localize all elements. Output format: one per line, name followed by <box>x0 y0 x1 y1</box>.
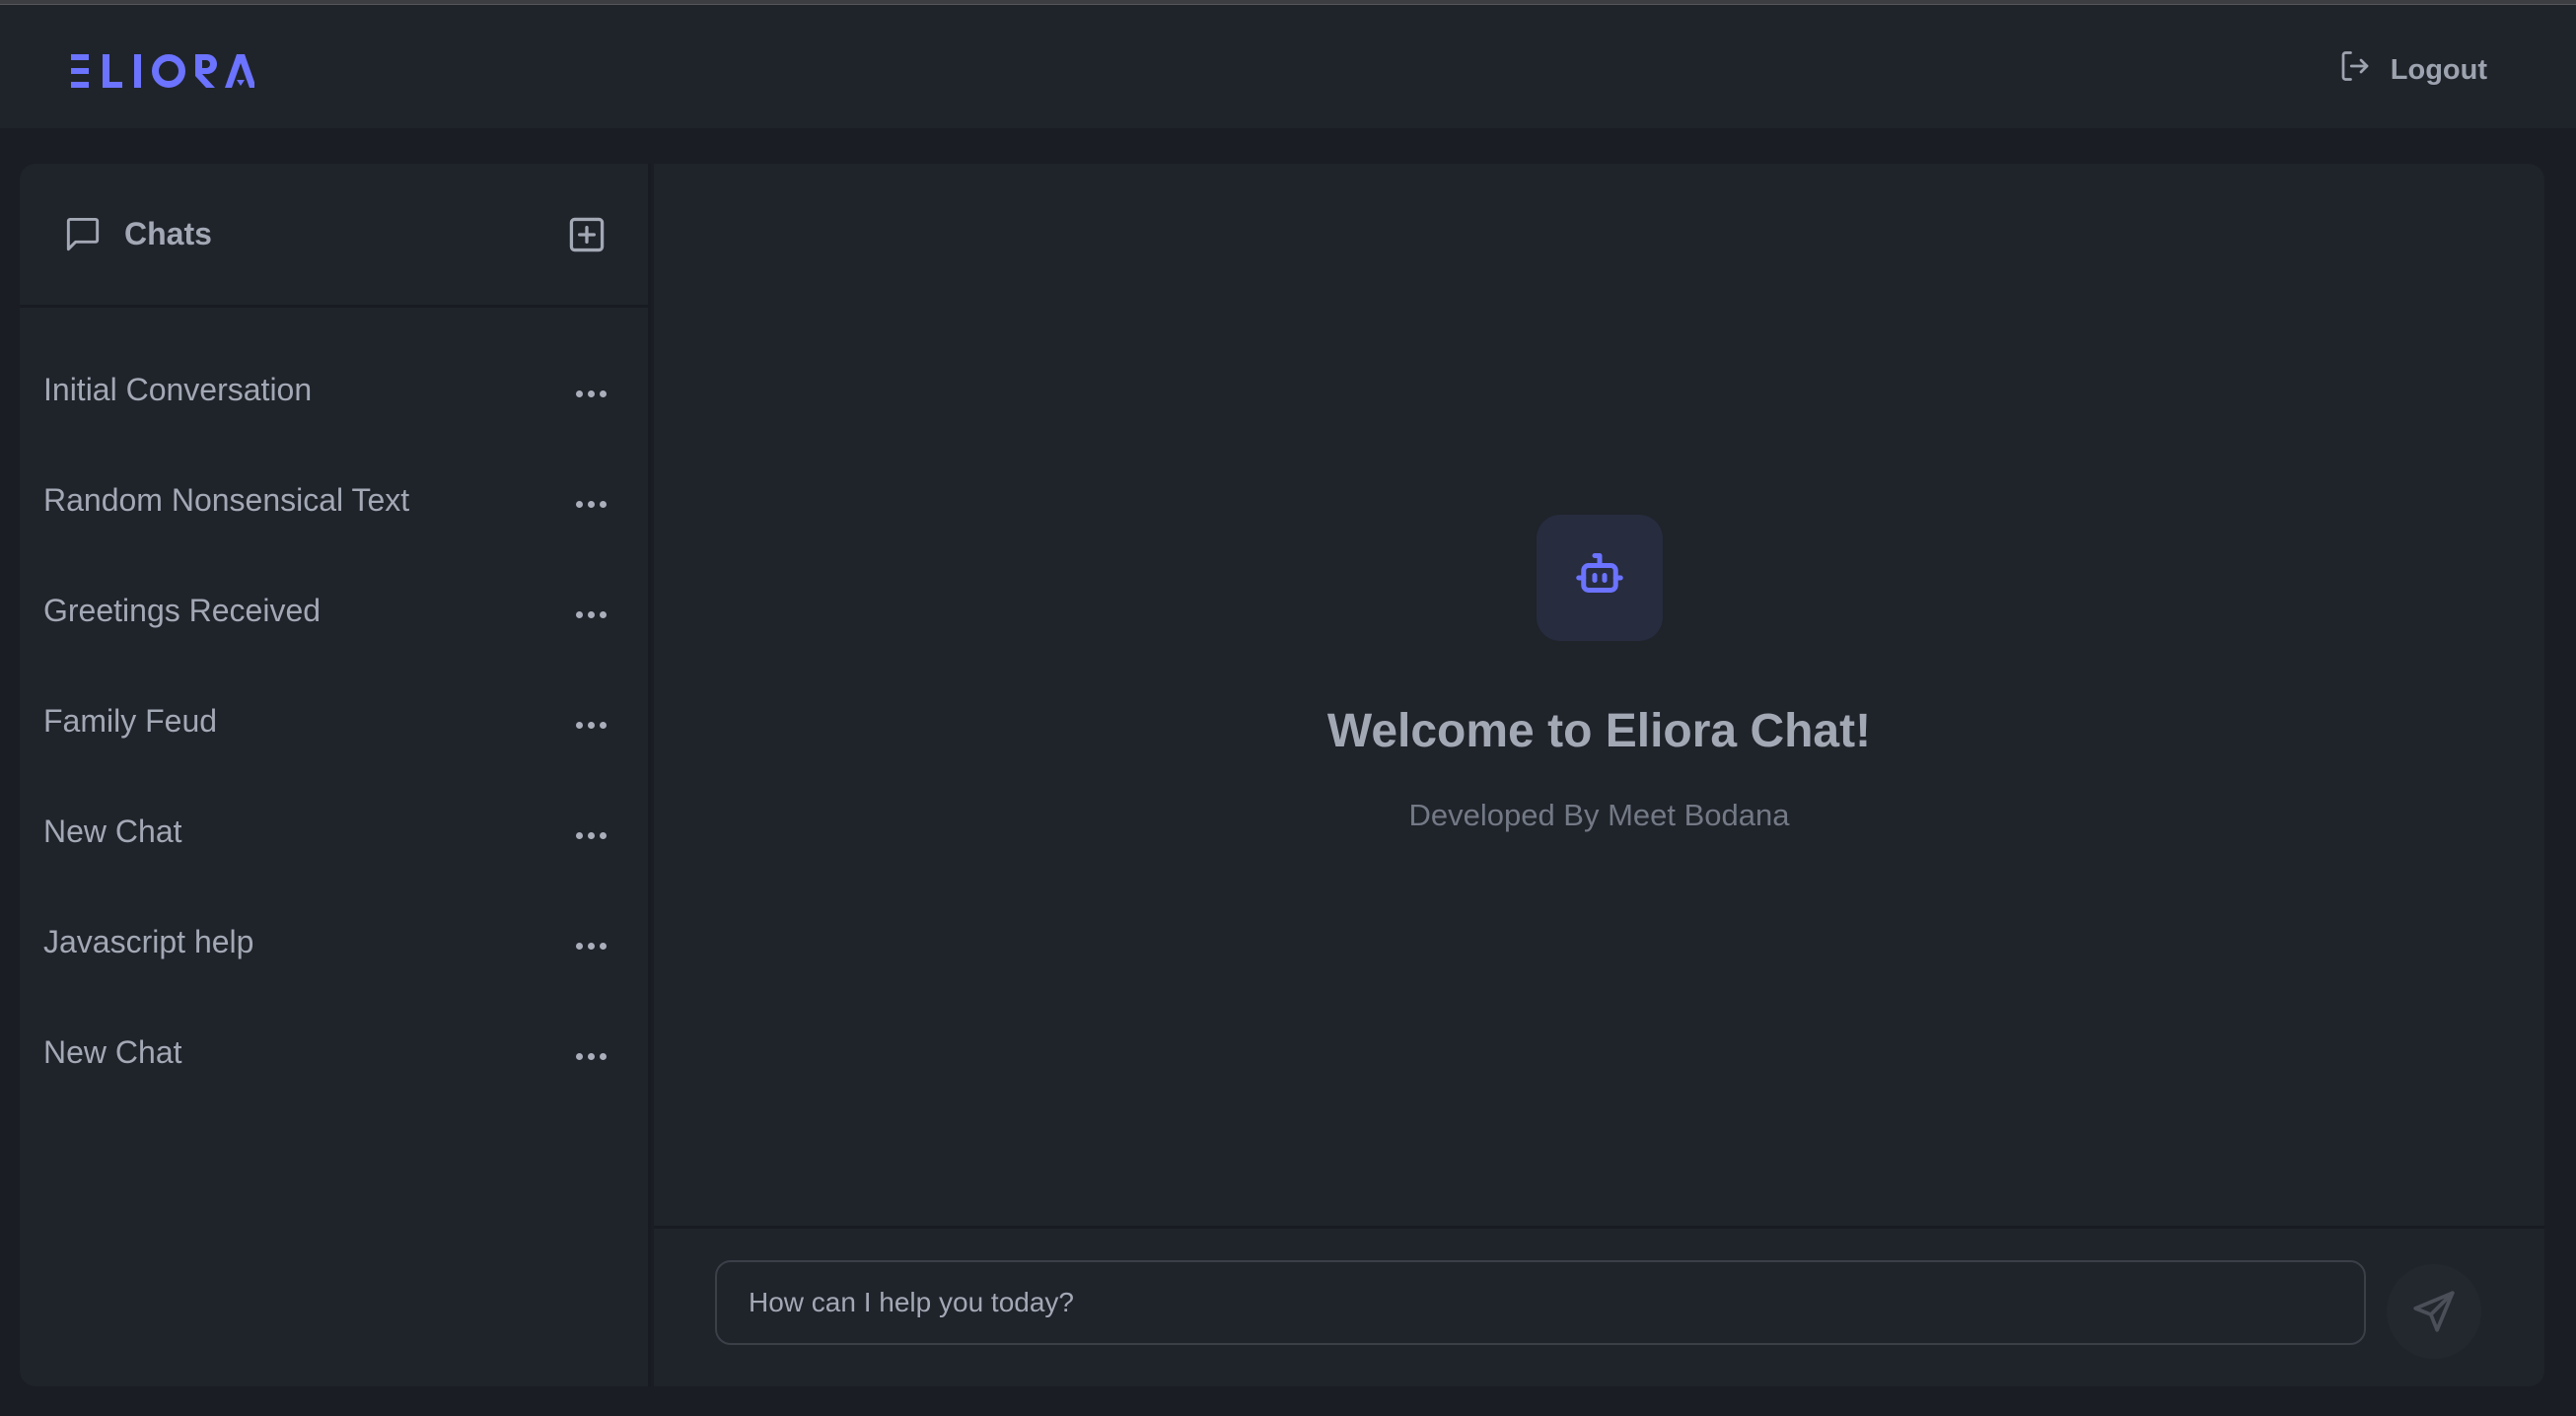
sidebar-header: Chats <box>20 164 648 308</box>
bot-avatar <box>1536 515 1663 641</box>
welcome-title: Welcome to Eliora Chat! <box>1326 705 1872 757</box>
more-horizontal-icon <box>576 721 583 729</box>
logo-wordmark-icon <box>71 54 254 88</box>
chat-options-button[interactable] <box>576 602 607 628</box>
chat-list-item[interactable]: Random Nonsensical Text <box>20 445 648 555</box>
chat-list-item[interactable]: Family Feud <box>20 666 648 776</box>
chat-options-button[interactable] <box>576 933 607 959</box>
welcome-section: Welcome to Eliora Chat! Developed By Mee… <box>654 515 2544 833</box>
message-input[interactable] <box>715 1260 2366 1345</box>
new-chat-button[interactable] <box>565 213 608 256</box>
message-composer <box>654 1226 2544 1386</box>
logout-button[interactable]: Logout <box>2337 50 2487 90</box>
chat-options-button[interactable] <box>576 491 607 518</box>
welcome-subtitle: Developed By Meet Bodana <box>1408 798 1790 832</box>
more-horizontal-icon <box>576 942 583 950</box>
chat-list-item[interactable]: New Chat <box>20 997 648 1107</box>
chat-title: Greetings Received <box>43 592 322 628</box>
logout-label: Logout <box>2390 53 2487 86</box>
robot-icon <box>1570 548 1629 607</box>
chat-title: Javascript help <box>43 923 254 959</box>
sidebar-title: Chats <box>124 216 212 251</box>
send-button[interactable] <box>2387 1264 2481 1359</box>
app-header: Logout <box>0 5 2576 131</box>
chat-main-panel: Welcome to Eliora Chat! Developed By Mee… <box>654 164 2544 1386</box>
logout-icon <box>2337 48 2373 92</box>
chat-title: Initial Conversation <box>43 371 313 407</box>
chat-options-button[interactable] <box>576 712 607 739</box>
chat-list-item[interactable]: New Chat <box>20 776 648 886</box>
chat-options-button[interactable] <box>576 822 607 849</box>
more-horizontal-icon <box>576 500 583 508</box>
chat-options-button[interactable] <box>576 1043 607 1070</box>
chat-title: Family Feud <box>43 702 218 739</box>
chat-list-item[interactable]: Greetings Received <box>20 555 648 666</box>
chat-list: Initial Conversation Random Nonsensical … <box>20 308 648 1107</box>
eliora-logo[interactable] <box>71 54 254 88</box>
chat-title: New Chat <box>43 1033 182 1070</box>
chat-sidebar: Chats Initial Conversation Random Nonsen… <box>20 164 651 1386</box>
chat-list-item[interactable]: Javascript help <box>20 886 648 997</box>
more-horizontal-icon <box>576 389 583 397</box>
more-horizontal-icon <box>576 831 583 839</box>
more-horizontal-icon <box>576 610 583 618</box>
chat-options-button[interactable] <box>576 381 607 407</box>
chat-title: Random Nonsensical Text <box>43 481 410 518</box>
more-horizontal-icon <box>576 1052 583 1060</box>
chat-bubble-icon <box>61 213 105 256</box>
plus-square-icon <box>565 213 608 256</box>
chat-list-item[interactable]: Initial Conversation <box>20 334 648 445</box>
chat-title: New Chat <box>43 813 182 849</box>
send-icon <box>2409 1287 2459 1336</box>
